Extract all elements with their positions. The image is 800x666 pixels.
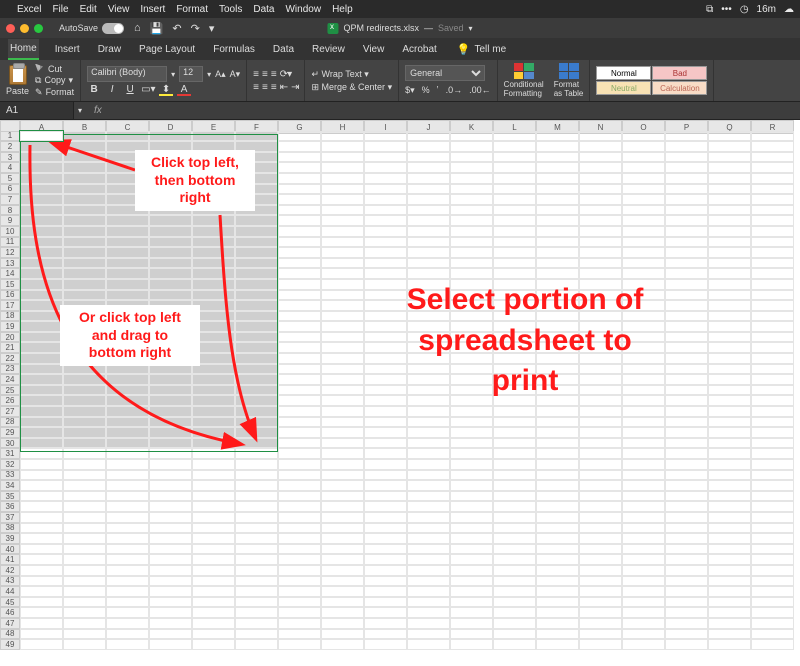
menu-file[interactable]: File <box>52 4 68 15</box>
tab-acrobat[interactable]: Acrobat <box>400 40 438 59</box>
autosave-toggle[interactable] <box>102 23 124 34</box>
paste-label: Paste <box>6 86 29 96</box>
tab-review[interactable]: Review <box>310 40 347 59</box>
scissors-icon <box>35 64 45 74</box>
comma-button[interactable]: ʼ <box>437 85 439 96</box>
font-color-button[interactable]: A <box>177 84 191 95</box>
redo-icon[interactable]: ↷ <box>191 22 200 35</box>
ribbon-tabs: Home Insert Draw Page Layout Formulas Da… <box>0 38 800 60</box>
merge-center-button[interactable]: ⊞ Merge & Center ▾ <box>311 82 392 93</box>
minimize-window-button[interactable] <box>20 24 29 33</box>
decrease-indent-icon[interactable]: ⇤ <box>280 82 287 93</box>
close-window-button[interactable] <box>6 24 15 33</box>
tab-data[interactable]: Data <box>271 40 296 59</box>
align-bottom-icon[interactable]: ≡ <box>271 69 276 80</box>
sheet-area: ABCDEFGHIJKLMNOPQR1234567891011121314151… <box>0 120 800 666</box>
undo-icon[interactable]: ↶ <box>172 22 181 35</box>
fullscreen-window-button[interactable] <box>34 24 43 33</box>
tab-draw[interactable]: Draw <box>96 40 123 59</box>
tab-home[interactable]: Home <box>8 39 39 60</box>
home-icon[interactable]: ⌂ <box>134 22 141 35</box>
align-center-icon[interactable]: ≡ <box>262 82 267 93</box>
increase-font-icon[interactable]: A▴ <box>215 69 226 80</box>
ribbon: Paste Cut ⧉Copy ▾ ✎Format Calibri (Body)… <box>0 60 800 102</box>
increase-decimal-button[interactable]: .0→ <box>446 85 463 96</box>
menu-excel[interactable]: Excel <box>17 4 41 15</box>
tab-view[interactable]: View <box>361 40 387 59</box>
paste-button[interactable]: Paste <box>6 65 29 96</box>
traffic-lights <box>6 24 43 33</box>
currency-button[interactable]: $▾ <box>405 85 415 96</box>
align-left-icon[interactable]: ≡ <box>253 82 258 93</box>
tab-page-layout[interactable]: Page Layout <box>137 40 197 59</box>
number-format-select[interactable]: General <box>405 65 485 81</box>
underline-button[interactable]: U <box>123 84 137 95</box>
cell-styles-gallery[interactable]: Normal Bad Neutral Calculation <box>596 66 707 95</box>
style-calculation[interactable]: Calculation <box>652 81 707 95</box>
formula-bar: A1 ▾ fx <box>0 102 800 120</box>
tab-formulas[interactable]: Formulas <box>211 40 257 59</box>
time-remaining: 16m <box>757 4 776 15</box>
conditional-formatting-icon <box>514 63 534 79</box>
menu-format[interactable]: Format <box>176 4 208 15</box>
excel-file-icon <box>327 23 338 34</box>
style-neutral[interactable]: Neutral <box>596 81 651 95</box>
italic-button[interactable]: I <box>105 84 119 95</box>
cell[interactable] <box>20 131 63 142</box>
wrap-text-button[interactable]: ↵ Wrap Text ▾ <box>311 69 392 80</box>
fill-color-button[interactable]: ⬍ <box>159 84 173 95</box>
copy-button[interactable]: ⧉Copy ▾ <box>35 75 74 86</box>
mac-menubar: Excel File Edit View Insert Format Tools… <box>0 0 800 18</box>
formula-input[interactable] <box>110 102 800 119</box>
menu-tools[interactable]: Tools <box>219 4 242 15</box>
menu-data[interactable]: Data <box>253 4 274 15</box>
table-icon <box>559 63 579 79</box>
qat-more-icon[interactable]: ▾ <box>209 22 215 35</box>
name-box[interactable]: A1 <box>0 102 74 119</box>
dropbox-icon[interactable]: ⧉ <box>706 4 713 15</box>
title-separator: — <box>424 23 433 33</box>
percent-button[interactable]: % <box>422 85 430 96</box>
bulb-icon: 💡 <box>457 43 471 56</box>
align-right-icon[interactable]: ≡ <box>271 82 276 93</box>
name-box-dropdown-icon[interactable]: ▾ <box>74 106 86 115</box>
copy-icon: ⧉ <box>35 75 41 86</box>
decrease-font-icon[interactable]: A▾ <box>230 69 241 80</box>
fx-icon[interactable]: fx <box>86 105 110 116</box>
document-title: QPM redirects.xlsx <box>343 23 419 33</box>
style-normal[interactable]: Normal <box>596 66 651 80</box>
font-size-select[interactable]: 12 <box>179 66 203 82</box>
border-button[interactable]: ▭▾ <box>141 84 155 95</box>
decrease-decimal-button[interactable]: .00← <box>469 85 491 96</box>
save-status: Saved <box>438 23 464 33</box>
orientation-icon[interactable]: ⟳▾ <box>280 69 291 80</box>
conditional-formatting-button[interactable]: Conditional Formatting <box>504 63 544 98</box>
increase-indent-icon[interactable]: ⇥ <box>291 82 298 93</box>
tell-me-button[interactable]: Tell me <box>475 44 507 55</box>
cloud-icon[interactable]: ☁ <box>784 4 794 15</box>
font-name-select[interactable]: Calibri (Body) <box>87 66 167 82</box>
autosave-label: AutoSave <box>59 23 98 33</box>
menu-edit[interactable]: Edit <box>80 4 97 15</box>
style-bad[interactable]: Bad <box>652 66 707 80</box>
clipboard-icon <box>9 65 27 85</box>
cut-button[interactable]: Cut <box>35 64 74 74</box>
clock-icon: ◷ <box>740 4 749 15</box>
window-titlebar: AutoSave ⌂ 💾 ↶ ↷ ▾ QPM redirects.xlsx — … <box>0 18 800 38</box>
menu-view[interactable]: View <box>108 4 130 15</box>
format-painter-button[interactable]: ✎Format <box>35 87 74 98</box>
menu-insert[interactable]: Insert <box>140 4 165 15</box>
align-top-icon[interactable]: ≡ <box>253 69 258 80</box>
status-dots-icon[interactable]: ••• <box>721 4 732 15</box>
tab-insert[interactable]: Insert <box>53 40 82 59</box>
bold-button[interactable]: B <box>87 84 101 95</box>
menu-help[interactable]: Help <box>332 4 353 15</box>
align-middle-icon[interactable]: ≡ <box>262 69 267 80</box>
format-as-table-button[interactable]: Format as Table <box>554 63 584 98</box>
title-dropdown-icon[interactable]: ▾ <box>469 24 473 33</box>
annotation-big: Select portion of spreadsheet to print <box>395 280 655 402</box>
save-icon[interactable]: 💾 <box>150 22 164 35</box>
menu-window[interactable]: Window <box>285 4 321 15</box>
paintbrush-icon: ✎ <box>35 87 43 98</box>
